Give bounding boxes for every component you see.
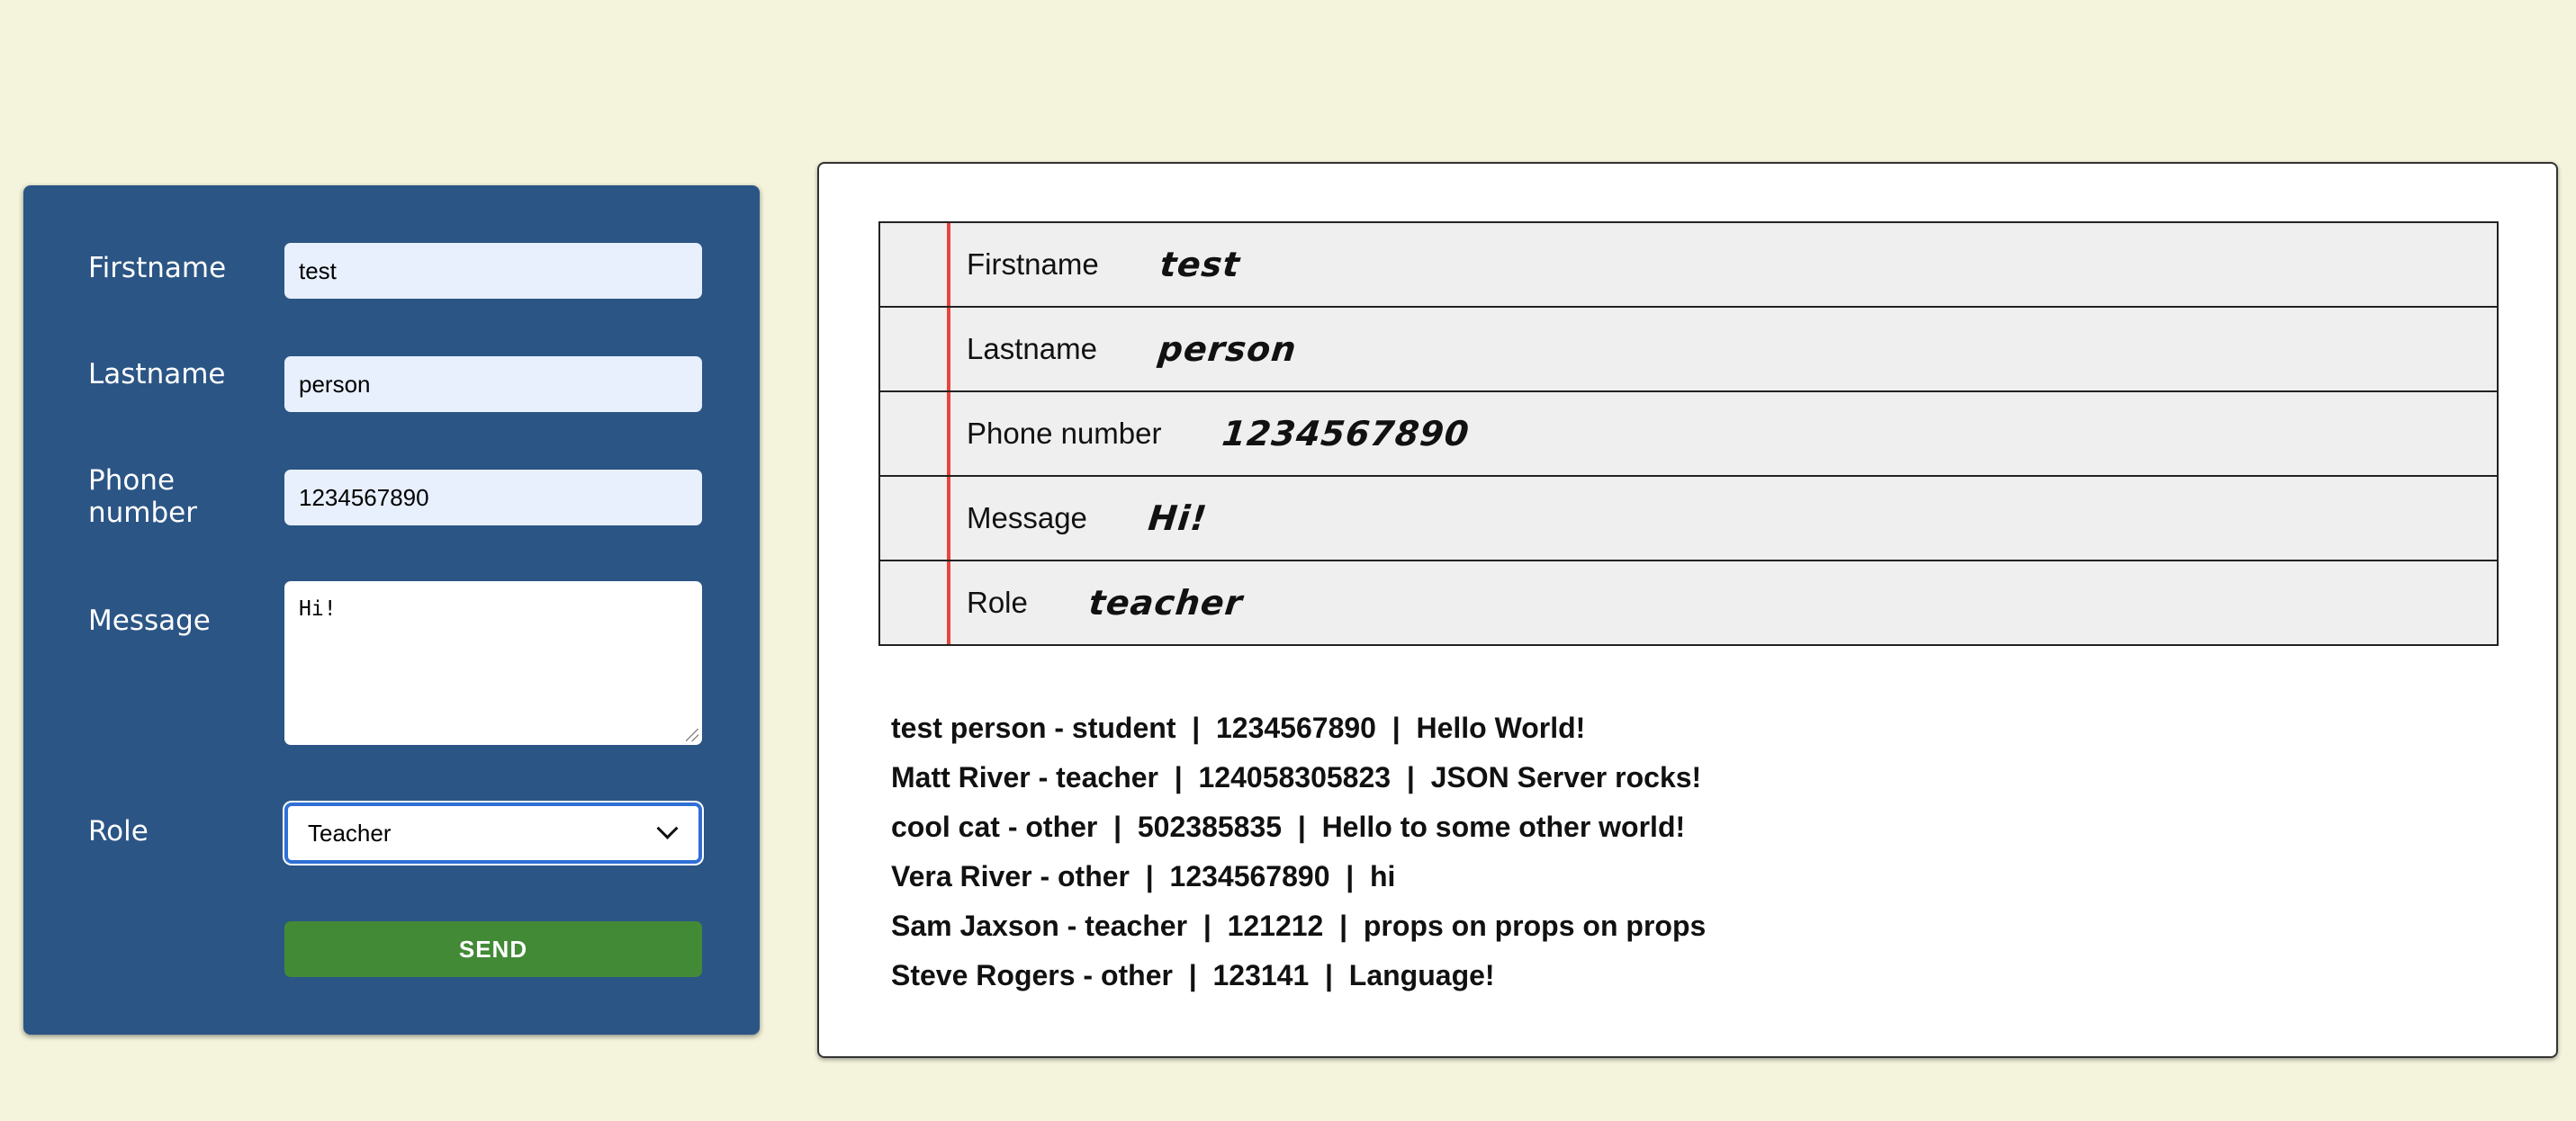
- role-select[interactable]: Teacher: [284, 803, 702, 864]
- note-value: person: [1156, 329, 1299, 369]
- message-textarea[interactable]: Hi!: [284, 581, 702, 745]
- note-label: Phone number: [967, 417, 1162, 450]
- note-value: teacher: [1086, 583, 1245, 623]
- preview-panel: Firstname test Lastname person Phone num…: [817, 162, 2558, 1058]
- note-value: Hi!: [1146, 498, 1210, 538]
- notepad-margin: [880, 477, 950, 560]
- list-item: test person - student | 1234567890 | Hel…: [891, 712, 1586, 744]
- note-label: Role: [967, 586, 1028, 619]
- contact-form: Firstname Lastname Phone number Message …: [23, 185, 760, 1035]
- entries-list: test person - student | 1234567890 | Hel…: [891, 704, 1706, 1000]
- role-select-value: Teacher: [308, 819, 392, 847]
- phone-label: Phone number: [88, 464, 197, 529]
- note-row-lastname: Lastname person: [880, 306, 2497, 390]
- notepad-margin: [880, 561, 950, 644]
- role-label: Role: [88, 815, 149, 847]
- note-label: Message: [967, 501, 1087, 534]
- note-value: 1234567890: [1220, 414, 1473, 453]
- note-label: Firstname: [967, 247, 1099, 281]
- firstname-label: Firstname: [88, 252, 227, 284]
- lastname-label: Lastname: [88, 358, 226, 390]
- list-item: Sam Jaxson - teacher | 121212 | props on…: [891, 910, 1707, 942]
- phone-input[interactable]: [284, 470, 702, 525]
- notepad-margin: [880, 308, 950, 390]
- list-item: Matt River - teacher | 124058305823 | JS…: [891, 761, 1702, 794]
- notepad-margin: [880, 223, 950, 306]
- list-item: Vera River - other | 1234567890 | hi: [891, 860, 1396, 892]
- firstname-input[interactable]: [284, 243, 702, 299]
- note-row-phone: Phone number 1234567890: [880, 390, 2497, 475]
- note-label: Lastname: [967, 332, 1097, 365]
- notepad-preview: Firstname test Lastname person Phone num…: [878, 221, 2499, 646]
- note-row-message: Message Hi!: [880, 475, 2497, 560]
- note-row-firstname: Firstname test: [880, 223, 2497, 306]
- send-button[interactable]: SEND: [284, 921, 702, 977]
- chevron-down-icon: [656, 817, 679, 839]
- lastname-input[interactable]: [284, 356, 702, 412]
- note-row-role: Role teacher: [880, 560, 2497, 644]
- notepad-margin: [880, 392, 950, 475]
- list-item: cool cat - other | 502385835 | Hello to …: [891, 811, 1686, 843]
- resize-grip-icon[interactable]: [686, 729, 698, 741]
- message-label: Message: [88, 605, 211, 637]
- note-value: test: [1157, 245, 1242, 284]
- list-item: Steve Rogers - other | 123141 | Language…: [891, 959, 1495, 991]
